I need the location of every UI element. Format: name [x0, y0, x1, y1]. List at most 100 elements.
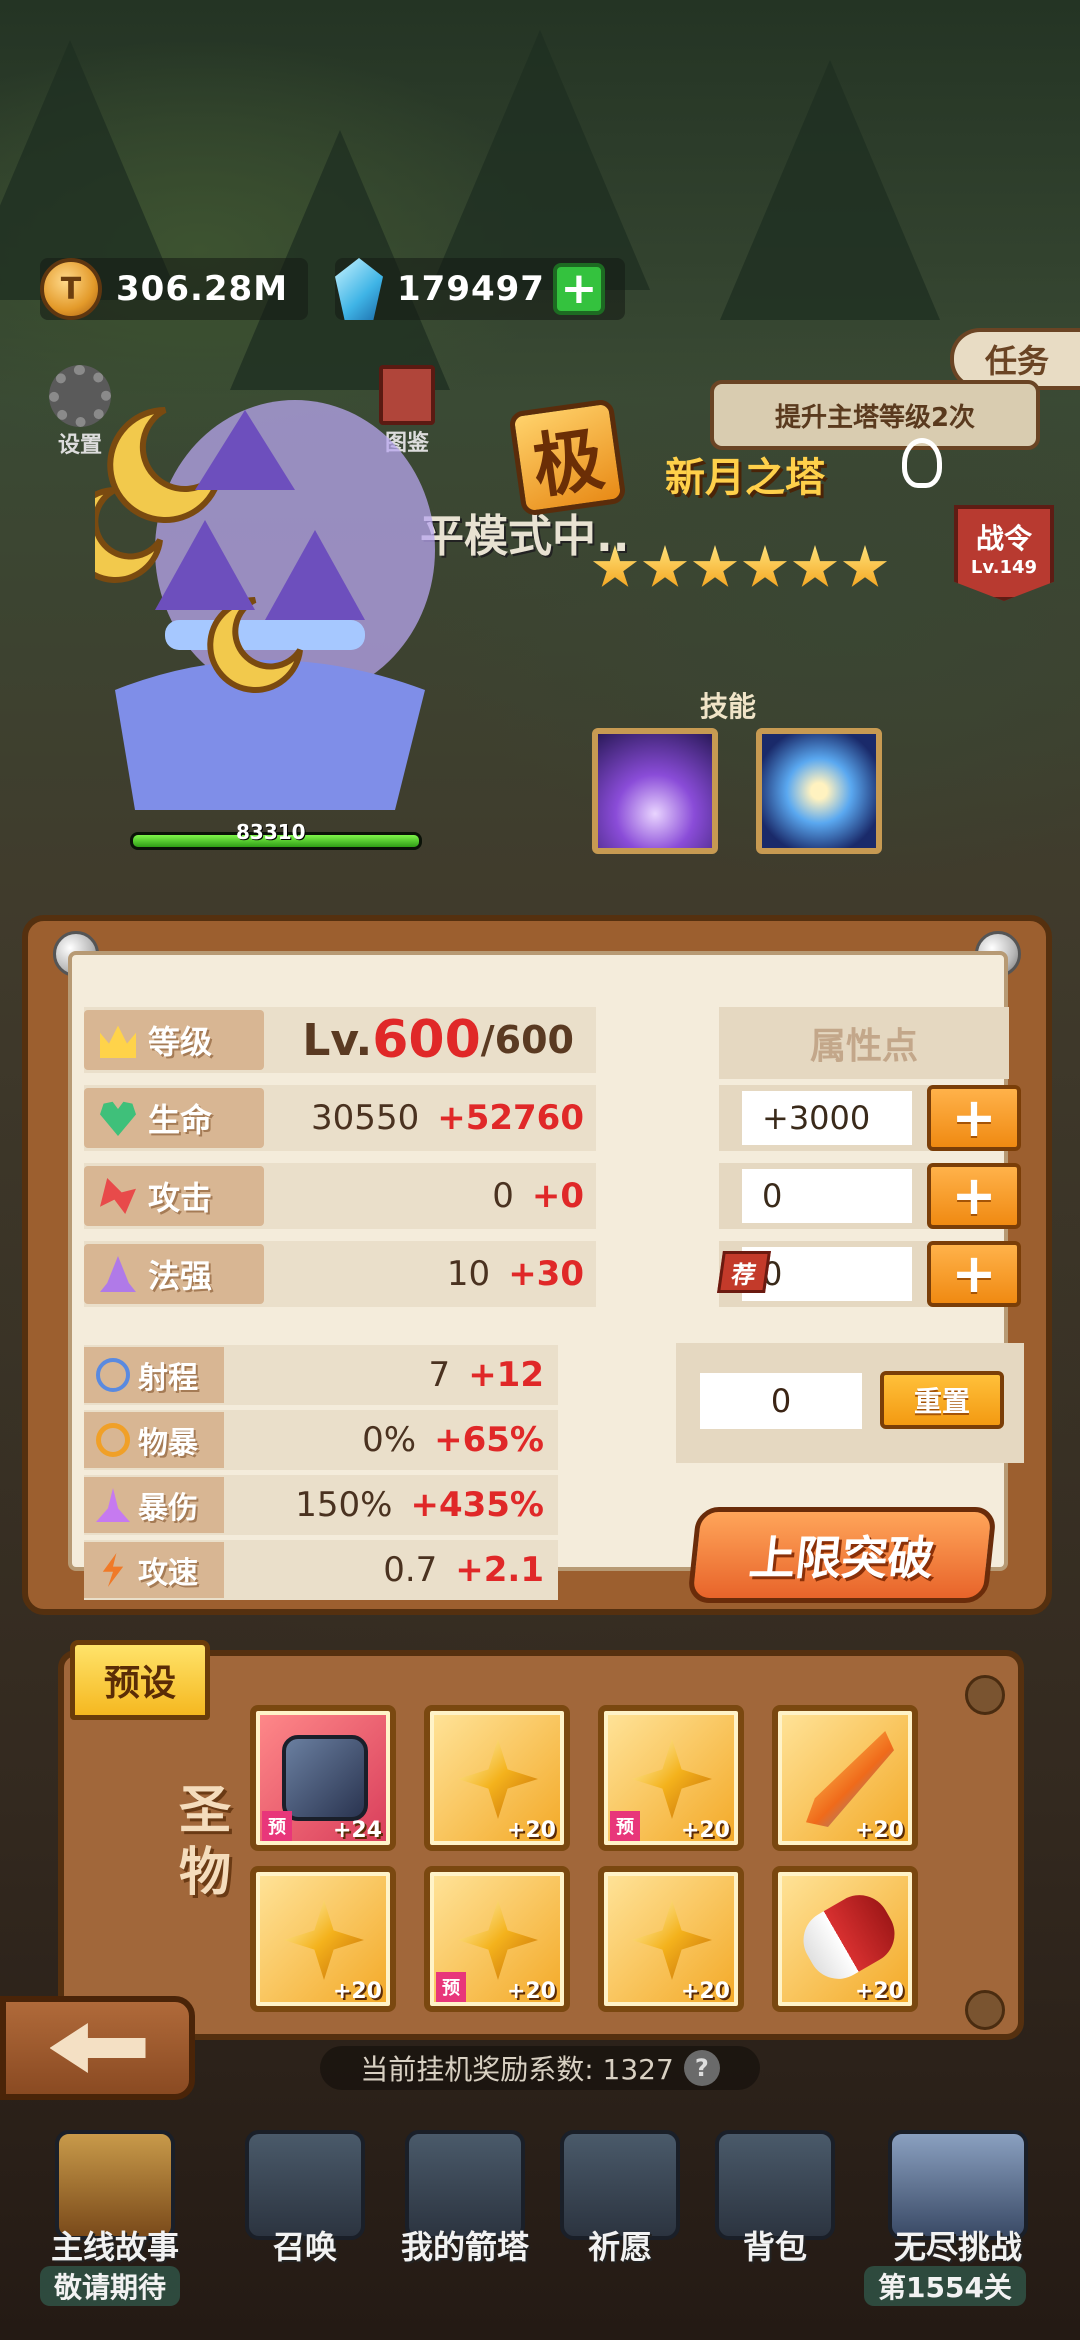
skill-1-icon[interactable]	[592, 728, 718, 854]
relic-slot-1[interactable]: 预 +24	[250, 1705, 396, 1851]
add-life-button[interactable]: +	[927, 1085, 1021, 1151]
idle-reward-info: 当前挂机奖励系数: 1327 ?	[320, 2046, 760, 2090]
sword-icon	[100, 1178, 136, 1214]
wizard-hat-icon	[100, 1256, 136, 1292]
preset-tab[interactable]: 预设	[70, 1640, 210, 1720]
nav-endless-label: 无尽挑战	[893, 2228, 1022, 2266]
life-value: 30550 +52760	[284, 1088, 584, 1148]
attr-life-input[interactable]: +3000	[742, 1091, 912, 1145]
relic-slot-5[interactable]: +20	[250, 1866, 396, 2012]
star-icon	[642, 545, 688, 587]
level-value: Lv. 600/600	[284, 1010, 574, 1070]
life-bonus: +52760	[437, 1098, 584, 1138]
magic-bonus: +30	[508, 1254, 584, 1294]
shuriken-icon	[632, 1900, 712, 1980]
quest-banner[interactable]: 提升主塔等级2次	[710, 380, 1040, 450]
nav-pray-label: 祈愿	[587, 2228, 652, 2266]
magic-base: 10	[446, 1254, 491, 1294]
nav-summon[interactable]: 召唤	[230, 2130, 380, 2280]
nav-pray[interactable]: 祈愿	[545, 2130, 695, 2280]
range-label: 射程	[84, 1347, 224, 1403]
speed-label: 攻速	[84, 1542, 224, 1598]
nav-bag[interactable]: 背包	[700, 2130, 850, 2280]
tower-name: 新月之塔	[665, 455, 825, 501]
rocket-icon	[792, 1884, 906, 1990]
battle-pass-button[interactable]: 战令 Lv.149	[954, 505, 1054, 601]
screw-decor	[965, 1675, 1005, 1715]
help-icon[interactable]: ?	[683, 2050, 720, 2086]
back-button[interactable]	[0, 1996, 195, 2100]
reset-cost: 0	[700, 1373, 862, 1429]
relic-slot-2[interactable]: +20	[424, 1705, 570, 1851]
battle-pass-title: 战令	[975, 522, 1032, 555]
attr-attack-input[interactable]: 0	[742, 1169, 912, 1223]
speed-bonus: +2.1	[455, 1550, 544, 1590]
breakthrough-button[interactable]: 上限突破	[686, 1507, 998, 1603]
star-icon	[842, 545, 888, 587]
recommend-badge: 荐	[717, 1251, 771, 1293]
crit-damage-row: 暴伤 150% +435%	[84, 1475, 558, 1535]
magic-label-text: 法强	[148, 1257, 213, 1295]
flask-icon[interactable]	[902, 438, 942, 488]
shuriken-icon	[632, 1739, 712, 1819]
gold-value: 306.28M	[116, 269, 289, 309]
speed-row: 攻速 0.7 +2.1	[84, 1540, 558, 1600]
reset-box: 0 重置	[676, 1343, 1024, 1463]
add-magic-button[interactable]: +	[927, 1241, 1021, 1307]
skills-label: 技能	[700, 690, 757, 723]
gold-counter: T 306.28M	[40, 258, 309, 320]
relic-slot-6[interactable]: 预 +20	[424, 1866, 570, 2012]
nav-tower-label: 我的箭塔	[400, 2228, 529, 2266]
skill-2-icon[interactable]	[756, 728, 882, 854]
life-row: 生命 30550 +52760	[84, 1085, 596, 1151]
life-base: 30550	[311, 1098, 420, 1138]
crit-damage-bonus: +435%	[410, 1485, 544, 1525]
quest-text: 提升主塔等级2次	[774, 402, 976, 433]
relic-slot-8[interactable]: +20	[772, 1866, 918, 2012]
nav-endless[interactable]: 无尽挑战	[868, 2130, 1048, 2280]
add-gems-button[interactable]: +	[552, 263, 605, 315]
level-max: /600	[480, 1018, 574, 1062]
tower-illustration	[95, 400, 435, 810]
crosshair-icon	[96, 1358, 130, 1392]
speed-label-text: 攻速	[138, 1556, 198, 1591]
magic-row: 法强 10 +30	[84, 1241, 596, 1307]
add-attack-button[interactable]: +	[927, 1163, 1021, 1229]
gem-counter: 179497 +	[335, 258, 625, 320]
stats-paper: 等级 Lv. 600/600 生命 30550 +52760 攻击 0 +0 法强 1…	[68, 951, 1024, 1603]
tower-hp-value: 83310	[236, 820, 306, 844]
star-icon	[692, 545, 738, 587]
crit-damage-label: 暴伤	[84, 1477, 224, 1533]
reset-button[interactable]: 重置	[880, 1371, 1004, 1429]
speed-base: 0.7	[383, 1550, 438, 1590]
preset-tag: 预	[436, 1972, 466, 2002]
shuriken-icon	[458, 1900, 538, 1980]
crit-base: 0%	[362, 1420, 417, 1460]
battle-pass-level: Lv.149	[970, 557, 1038, 578]
shuriken-icon	[458, 1739, 538, 1819]
nav-story[interactable]: 主线故事	[40, 2130, 190, 2280]
nav-tower[interactable]: 我的箭塔	[390, 2130, 540, 2280]
grade-badge: 极	[508, 398, 627, 517]
relic-slot-3[interactable]: 预 +20	[598, 1705, 744, 1851]
level-current: 600	[372, 1010, 481, 1070]
attack-base: 0	[492, 1176, 514, 1216]
relic-slot-7[interactable]: +20	[598, 1866, 744, 2012]
life-label: 生命	[84, 1088, 264, 1148]
attack-label-text: 攻击	[148, 1179, 213, 1217]
crit-damage-value: 150% +435%	[234, 1475, 544, 1535]
nav-story-sub: 敬请期待	[40, 2266, 181, 2306]
preset-tag: 预	[262, 1811, 292, 1841]
relic-box-icon	[282, 1735, 368, 1821]
magic-label: 法强	[84, 1244, 264, 1304]
lightning-icon	[102, 1553, 124, 1587]
attack-value: 0 +0	[284, 1166, 584, 1226]
relic-slot-4[interactable]: +20	[772, 1705, 918, 1851]
tree-decor	[720, 60, 940, 320]
relic-level: +20	[680, 1979, 730, 2004]
range-base: 7	[428, 1355, 451, 1395]
preset-tag: 预	[610, 1811, 640, 1841]
crown-icon	[100, 1025, 136, 1058]
gem-icon	[335, 258, 383, 320]
level-label: 等级	[84, 1010, 264, 1070]
